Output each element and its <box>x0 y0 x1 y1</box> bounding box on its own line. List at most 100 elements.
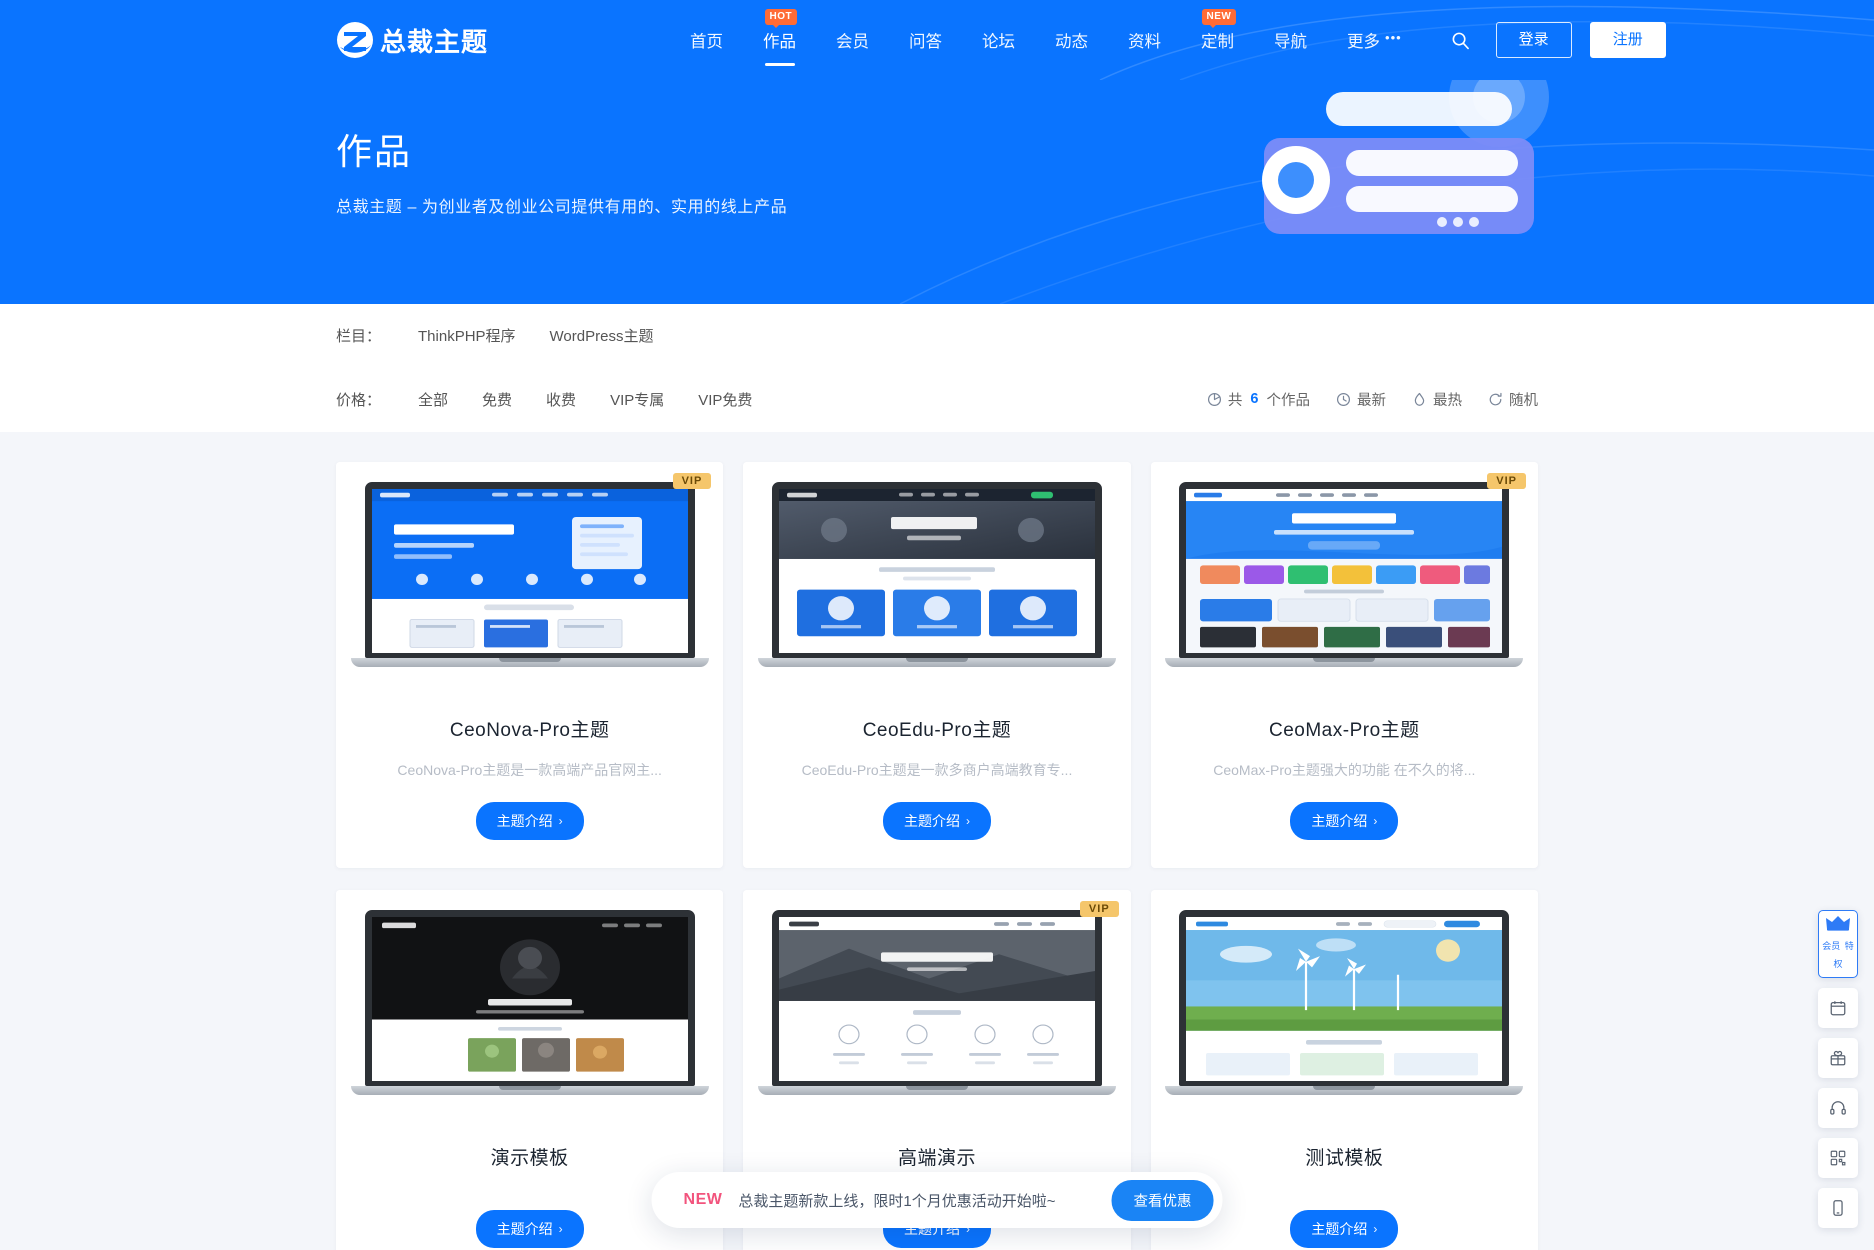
work-detail-button[interactable]: 主题介绍 › <box>475 802 584 840</box>
works-grid: VIP CeoNova-Pro主题 CeoNova-Pro主题是一款高端产品官网… <box>336 462 1538 1250</box>
crown-icon <box>1819 915 1857 935</box>
filter-price-vip-free[interactable]: VIP免费 <box>681 384 769 415</box>
vip-privilege-button[interactable]: 会员 特权 <box>1818 910 1858 978</box>
headset-icon[interactable] <box>1818 1088 1858 1128</box>
work-title: 高端演示 <box>897 1148 976 1169</box>
sort-newest[interactable]: 最新 <box>1336 389 1386 410</box>
page-subtitle: 总裁主题 – 为创业者及创业公司提供有用的、实用的线上产品 <box>336 199 788 217</box>
nav-item-5[interactable]: 动态 <box>1035 0 1108 80</box>
work-thumbnail[interactable] <box>336 890 724 1115</box>
filter-price-all[interactable]: 全部 <box>401 384 465 415</box>
work-card[interactable]: VIP <box>336 462 724 868</box>
work-thumbnail[interactable]: VIP <box>1150 462 1538 687</box>
nav-label: 首页 <box>690 33 724 51</box>
main-nav: 首页 HOT 作品 会员 问答 论坛 动态 资料 NEW 定制 导航 更多 ••… <box>670 0 1422 80</box>
work-card-body: CeoEdu-Pro主题 CeoEdu-Pro主题是一款多商户高端教育专... … <box>743 687 1130 868</box>
work-detail-label: 主题介绍 <box>1311 1221 1368 1237</box>
calendar-icon[interactable] <box>1818 988 1858 1028</box>
nav-item-8[interactable]: 导航 <box>1254 0 1327 80</box>
work-detail-label: 主题介绍 <box>496 1221 553 1237</box>
refresh-icon <box>1488 392 1503 407</box>
chevron-right-icon: › <box>1373 1222 1378 1236</box>
sort-label: 最新 <box>1357 392 1386 409</box>
login-button[interactable]: 登录 <box>1495 22 1572 58</box>
header-actions: 登录 注册 <box>1444 22 1666 58</box>
filter-price-free[interactable]: 免费 <box>465 384 529 415</box>
work-card-body: CeoNova-Pro主题 CeoNova-Pro主题是一款高端产品官网主...… <box>336 687 723 868</box>
price-filter-label: 价格： <box>336 391 382 409</box>
work-detail-label: 主题介绍 <box>903 813 960 829</box>
view-promo-button[interactable]: 查看优惠 <box>1111 1179 1214 1221</box>
work-title: CeoNova-Pro主题 <box>449 720 610 741</box>
nav-item-2[interactable]: 会员 <box>816 0 889 80</box>
site-header: 总裁主题 首页 HOT 作品 会员 问答 论坛 动态 资料 NEW 定制 导航 <box>0 0 1874 80</box>
work-title: 测试模板 <box>1305 1148 1384 1169</box>
category-filter-row: 栏目： ThinkPHP程序 WordPress主题 <box>336 304 1538 366</box>
nav-item-9[interactable]: 更多 ••• <box>1327 0 1422 80</box>
works-count: 共 6 个作品 <box>1207 389 1310 410</box>
filter-category-wordpress[interactable]: WordPress主题 <box>533 320 671 351</box>
pie-chart-icon <box>1207 392 1222 407</box>
nav-item-7[interactable]: NEW 定制 <box>1181 0 1254 80</box>
gift-icon[interactable] <box>1818 1038 1858 1078</box>
work-thumbnail[interactable] <box>743 462 1131 687</box>
qrcode-icon[interactable] <box>1818 1138 1858 1178</box>
count-value: 6 <box>1250 391 1259 407</box>
filter-price-vip-only[interactable]: VIP专属 <box>593 384 681 415</box>
sort-hottest[interactable]: 最热 <box>1412 389 1462 410</box>
vip-badge: VIP <box>1079 901 1119 917</box>
nav-item-0[interactable]: 首页 <box>670 0 743 80</box>
promo-toast: NEW 总裁主题新款上线，限时1个月优惠活动开始啦~ 查看优惠 <box>651 1172 1223 1228</box>
page-root: 总裁主题 首页 HOT 作品 会员 问答 论坛 动态 资料 NEW 定制 导航 <box>0 0 1874 1250</box>
nav-item-4[interactable]: 论坛 <box>962 0 1035 80</box>
work-thumbnail[interactable] <box>1150 890 1538 1115</box>
work-detail-button[interactable]: 主题介绍 › <box>1290 1210 1399 1248</box>
nav-label: 更多 <box>1347 33 1381 51</box>
nav-item-6[interactable]: 资料 <box>1108 0 1181 80</box>
filter-price-paid[interactable]: 收费 <box>529 384 593 415</box>
sort-label: 最热 <box>1433 392 1462 409</box>
work-detail-button[interactable]: 主题介绍 › <box>882 802 991 840</box>
register-button[interactable]: 注册 <box>1589 22 1666 58</box>
work-thumbnail[interactable]: VIP <box>743 890 1131 1115</box>
site-logo[interactable]: 总裁主题 <box>336 21 488 59</box>
nav-badge-new: NEW <box>1201 9 1237 28</box>
work-detail-label: 主题介绍 <box>496 813 553 829</box>
laptop-mockup <box>350 910 709 1095</box>
work-card[interactable]: CeoEdu-Pro主题 CeoEdu-Pro主题是一款多商户高端教育专... … <box>743 462 1131 868</box>
category-filter-label: 栏目： <box>336 327 382 345</box>
chevron-right-icon: › <box>558 1222 563 1236</box>
work-description: CeoMax-Pro主题强大的功能 在不久的将... <box>1213 762 1476 778</box>
nav-item-3[interactable]: 问答 <box>889 0 962 80</box>
z-logo-icon <box>336 21 374 59</box>
nav-label: 导航 <box>1274 33 1308 51</box>
nav-item-1[interactable]: HOT 作品 <box>743 0 816 80</box>
promo-new-badge: NEW <box>683 1191 723 1208</box>
mobile-icon[interactable] <box>1818 1188 1858 1228</box>
filter-category-thinkphp[interactable]: ThinkPHP程序 <box>401 320 533 351</box>
count-suffix: 个作品 <box>1266 392 1311 409</box>
work-description: CeoNova-Pro主题是一款高端产品官网主... <box>397 762 662 778</box>
work-card[interactable]: VIP <box>1150 462 1538 868</box>
clock-icon <box>1336 392 1351 407</box>
work-detail-button[interactable]: 主题介绍 › <box>475 1210 584 1248</box>
sort-label: 随机 <box>1509 392 1538 409</box>
work-detail-label: 主题介绍 <box>1311 813 1368 829</box>
flame-icon <box>1412 392 1427 407</box>
promo-message: 总裁主题新款上线，限时1个月优惠活动开始啦~ <box>738 1192 1056 1210</box>
laptop-mockup <box>350 482 709 667</box>
search-icon[interactable] <box>1444 23 1478 57</box>
work-title: CeoEdu-Pro主题 <box>862 720 1012 741</box>
site-logo-text: 总裁主题 <box>380 27 489 57</box>
floating-side-rail: 会员 特权 <box>1818 910 1858 1228</box>
nav-label: 定制 <box>1201 33 1235 51</box>
sort-random[interactable]: 随机 <box>1488 389 1538 410</box>
work-title: CeoMax-Pro主题 <box>1269 720 1420 741</box>
nav-label: 动态 <box>1055 33 1089 51</box>
chevron-right-icon: › <box>1373 814 1378 828</box>
work-thumbnail[interactable]: VIP <box>336 462 724 687</box>
work-detail-button[interactable]: 主题介绍 › <box>1290 802 1399 840</box>
count-prefix: 共 <box>1227 392 1243 409</box>
nav-label: 论坛 <box>982 33 1016 51</box>
filter-bar: 栏目： ThinkPHP程序 WordPress主题 价格： 全部 免费 收费 … <box>0 304 1874 432</box>
